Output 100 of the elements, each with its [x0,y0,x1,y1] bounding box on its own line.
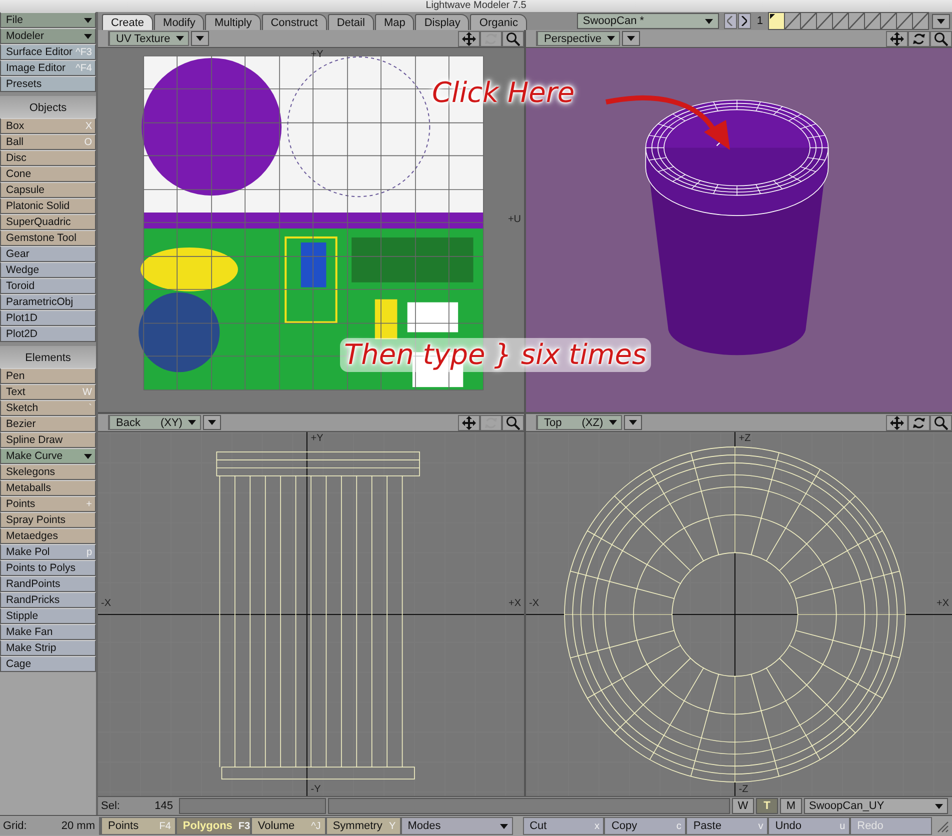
tool-button[interactable]: File [0,12,96,28]
tool-button[interactable]: RandPoints [0,576,96,592]
object-dropdown[interactable]: SwoopCan * [576,13,719,29]
tool-button[interactable]: Gear [0,246,96,262]
edit-button[interactable]: Copy c [604,817,686,835]
move-icon[interactable] [886,414,908,430]
tool-button[interactable]: Make Curve [0,448,96,464]
tool-button[interactable]: Presets [0,76,96,92]
tool-button[interactable]: Sketch ` [0,400,96,416]
axis-label: -X [101,598,111,609]
tool-button[interactable]: Metaedges [0,528,96,544]
tool-button[interactable]: Spline Draw [0,432,96,448]
mode-button[interactable]: M [780,798,802,814]
tool-button[interactable]: SuperQuadric [0,214,96,230]
tool-button[interactable]: Image Editor ^F4 [0,60,96,76]
mode-toggle-button[interactable]: Volume ^J [250,817,326,835]
layer-dropdown[interactable] [932,14,950,28]
caret-icon [500,824,508,828]
tool-button[interactable]: Points + [0,496,96,512]
tool-button[interactable]: Stipple [0,608,96,624]
tool-button[interactable]: Cage [0,656,96,672]
grid-value: 20 mm [61,820,95,832]
resize-grip-icon[interactable] [935,819,950,833]
tool-button[interactable]: Disc [0,150,96,166]
tab[interactable]: Map [374,14,414,30]
mode-button[interactable]: T [756,798,778,814]
caret-icon [704,18,713,24]
tool-button[interactable]: Modeler [0,28,96,44]
render-mode-dropdown[interactable] [203,415,222,430]
tool-button[interactable]: Wedge [0,262,96,278]
tool-button[interactable]: Pen [0,368,96,384]
mode-toggle-button[interactable]: Symmetry Y [326,817,401,835]
tab[interactable]: Organic [470,14,527,30]
next-button[interactable] [738,13,751,29]
axis-label: +Z [738,433,751,444]
mode-button[interactable]: W [732,798,754,814]
tool-button[interactable]: Spray Points [0,512,96,528]
render-mode-dropdown[interactable] [191,31,210,46]
move-icon[interactable] [458,414,480,430]
section-header: Elements [0,342,96,368]
render-mode-dropdown[interactable] [622,31,640,46]
tool-button[interactable]: RandPricks [0,592,96,608]
caret-icon [176,36,184,41]
tool-button[interactable]: Text W [0,384,96,400]
tool-button[interactable]: Ball O [0,134,96,150]
layer-button[interactable] [768,12,785,30]
caret-icon [196,36,204,41]
tab[interactable]: Detail [328,14,374,30]
corner-mark-icon [770,14,775,19]
zoom-icon[interactable] [930,30,952,46]
tool-button[interactable]: Bezier [0,416,96,432]
tool-button[interactable]: Plot1D [0,310,96,326]
tool-button[interactable]: Metaballs [0,480,96,496]
grid-label: Grid: [3,820,27,832]
tool-button[interactable]: Platonic Solid [0,198,96,214]
tool-button[interactable]: Make Fan [0,624,96,640]
tool-button[interactable]: Capsule [0,182,96,198]
tool-button[interactable]: Gemstone Tool [0,230,96,246]
window-title: Lightwave Modeler 7.5 [426,0,526,12]
tool-button[interactable]: Make Pol p [0,544,96,560]
axis-label: -Y [310,784,321,795]
selection-count: 145 [154,800,174,812]
axis-label: -Z [738,784,748,795]
caret-icon [935,804,943,808]
tab[interactable]: Create [102,14,154,30]
zoom-icon[interactable] [502,414,524,430]
surface-dropdown[interactable]: SwoopCan_UY [804,798,948,814]
tab[interactable]: Multiply [205,14,261,30]
tab[interactable]: Construct [262,14,327,30]
tool-button[interactable]: Skelegons [0,464,96,480]
axis-label: +U [508,214,521,225]
view-dropdown[interactable]: Perspective [537,31,620,46]
tab[interactable]: Display [415,14,470,30]
edit-button[interactable]: Cut x [522,817,604,835]
tool-button[interactable]: Plot2D [0,326,96,342]
tool-button[interactable]: Toroid [0,278,96,294]
rotate-icon[interactable] [908,414,930,430]
tool-button[interactable]: Surface Editor ^F3 [0,44,96,60]
tool-button[interactable]: Box X [0,118,96,134]
tool-button[interactable]: Make Strip [0,640,96,656]
rotate-icon[interactable] [908,30,930,46]
caret-icon [607,36,616,41]
modes-dropdown[interactable]: Modes [400,817,513,835]
zoom-icon[interactable] [930,414,952,430]
view-dropdown[interactable]: Top (XZ) [537,415,622,430]
render-mode-dropdown[interactable] [624,415,642,430]
view-dropdown[interactable]: UV Texture [109,31,190,46]
tool-button[interactable]: Points to Polys [0,560,96,576]
move-icon[interactable] [458,30,480,46]
edit-button[interactable]: Undo u [768,817,850,835]
move-icon[interactable] [886,30,908,46]
tab[interactable]: Modify [154,14,204,30]
tool-button[interactable]: ParametricObj [0,294,96,310]
view-dropdown[interactable]: Back (XY) [109,415,202,430]
zoom-icon[interactable] [502,30,524,46]
caret-icon [937,18,945,24]
edit-button[interactable]: Paste v [686,817,768,835]
tool-button[interactable]: Cone [0,166,96,182]
axis-label: +Y [310,433,324,444]
mode-toggle-button[interactable]: Points F4 [101,817,176,835]
